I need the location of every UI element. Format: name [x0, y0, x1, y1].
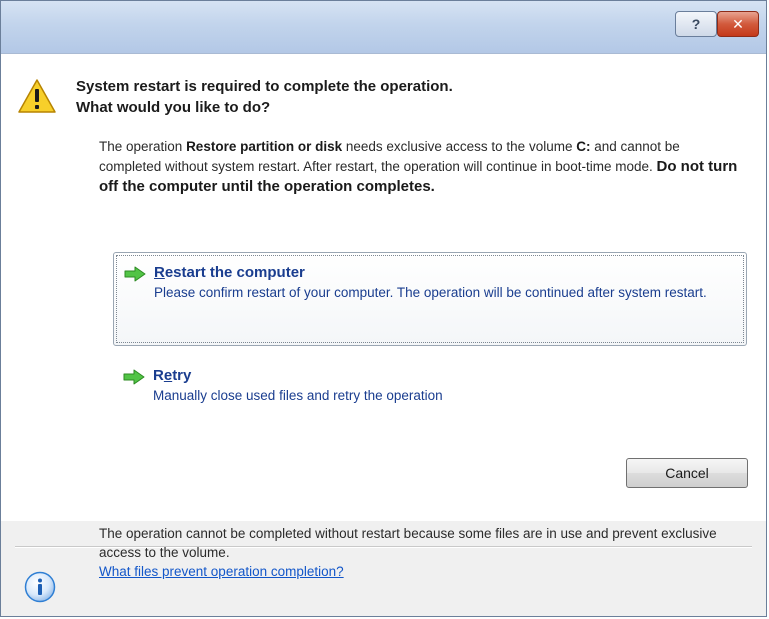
dialog-heading: System restart is required to complete t…	[76, 76, 716, 118]
dialog-window: ? ✕ System restart is required to comple…	[0, 0, 767, 617]
retry-option-description: Manually close used files and retry the …	[153, 388, 443, 403]
operation-name: Restore partition or disk	[186, 139, 343, 154]
info-link[interactable]: What files prevent operation completion?	[99, 562, 749, 581]
operation-description: The operation Restore partition or disk …	[99, 137, 739, 197]
green-arrow-icon	[124, 266, 146, 282]
green-arrow-icon	[123, 369, 145, 385]
info-icon	[24, 571, 56, 603]
desc-text: The operation	[99, 139, 187, 154]
restart-option[interactable]: Restart the computer Please confirm rest…	[113, 252, 747, 346]
cancel-button[interactable]: Cancel	[626, 458, 748, 488]
title-text: try	[172, 367, 192, 384]
retry-option-title: Retry	[153, 366, 739, 386]
heading-line-1: System restart is required to complete t…	[76, 78, 453, 95]
footer-text: The operation cannot be completed withou…	[99, 526, 717, 560]
restart-option-title: Restart the computer	[154, 263, 738, 283]
access-key: R	[154, 264, 165, 281]
access-key: e	[163, 367, 173, 384]
help-button[interactable]: ?	[675, 11, 717, 37]
retry-option[interactable]: Retry Manually close used files and retr…	[113, 356, 747, 428]
title-text: R	[153, 367, 164, 384]
volume-name: C:	[576, 139, 591, 154]
close-button[interactable]: ✕	[717, 11, 759, 37]
warning-icon	[18, 79, 56, 113]
desc-text: needs exclusive access to the volume	[342, 139, 577, 154]
restart-option-description: Please confirm restart of your computer.…	[154, 285, 707, 300]
help-icon: ?	[691, 16, 701, 32]
dialog-content: System restart is required to complete t…	[1, 54, 766, 521]
title-text: estart the computer	[164, 264, 305, 281]
close-icon: ✕	[732, 15, 744, 32]
footer-info: The operation cannot be completed withou…	[99, 524, 749, 581]
title-bar: ? ✕	[1, 1, 766, 54]
heading-line-2: What would you like to do?	[76, 99, 271, 116]
